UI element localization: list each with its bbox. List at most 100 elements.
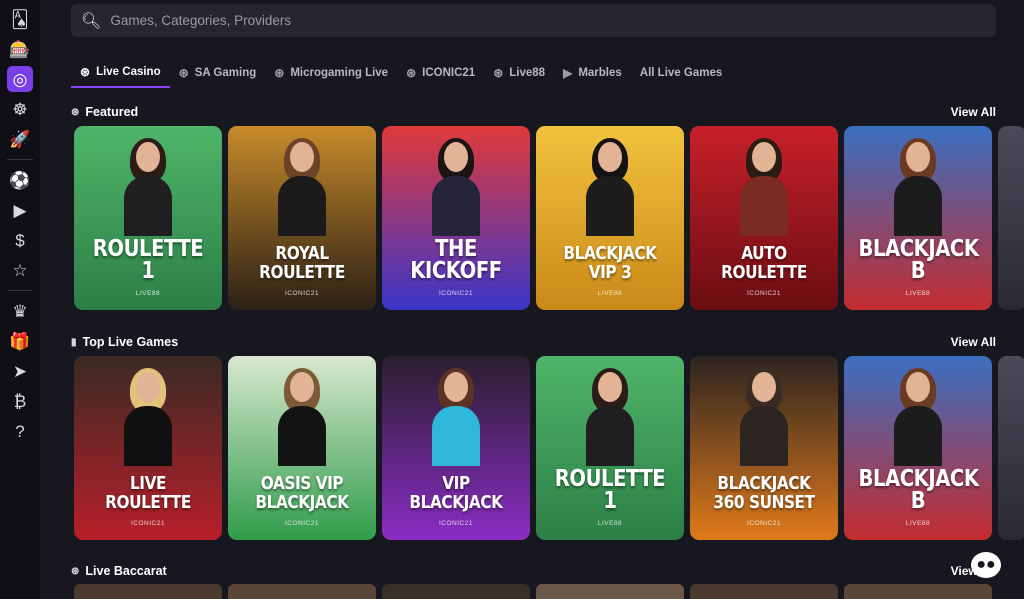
main-content: 🔍︎ ⊛ Live Casino ⊛ SA Gaming ⊛ Microgaming Li…: [40, 0, 1024, 599]
tab-iconic21[interactable]: ⊛ ICONIC21: [397, 58, 484, 88]
dealer-image: [118, 138, 178, 236]
tab-label: Marbles: [578, 67, 622, 79]
sidebar-divider: [7, 159, 33, 160]
provider-label: ICONIC21: [747, 290, 781, 297]
game-card[interactable]: [998, 126, 1024, 310]
view-all-link[interactable]: View All: [951, 335, 996, 349]
provider-label: ICONIC21: [747, 520, 781, 527]
rocket-icon[interactable]: 🚀: [7, 126, 33, 152]
bitcoin-icon[interactable]: ₿: [7, 388, 33, 414]
game-card[interactable]: AUTO ROULETTE ICONIC21: [690, 126, 838, 310]
play-circle-icon: ▶: [563, 66, 573, 80]
game-card[interactable]: [844, 584, 992, 599]
chip-icon: ⊛: [406, 66, 417, 80]
game-card[interactable]: ROYAL ROULETTE ICONIC21: [228, 126, 376, 310]
provider-label: LIVE88: [597, 290, 623, 297]
chip-icon: ⊛: [71, 565, 80, 577]
dealer-image: [118, 368, 178, 466]
game-card[interactable]: OASIS VIP BLACKJACK ICONIC21: [228, 356, 376, 540]
provider-label: ICONIC21: [439, 290, 473, 297]
play-icon[interactable]: ▶: [7, 197, 33, 223]
chip-icon: ⊛: [71, 106, 80, 118]
chip-icon: ⊛: [80, 65, 91, 79]
tab-label: Live Casino: [96, 66, 161, 78]
support-icon[interactable]: ?: [7, 418, 33, 444]
roulette-icon[interactable]: ☸: [7, 96, 33, 122]
game-title: OASIS VIP BLACKJACK: [255, 473, 349, 513]
dealer-image: [426, 368, 486, 466]
game-card[interactable]: [74, 584, 222, 599]
chat-icon[interactable]: ●●: [971, 552, 1001, 578]
game-card[interactable]: ROULETTE 1 LIVE88: [536, 356, 684, 540]
tab-all-live-games[interactable]: All Live Games: [631, 58, 731, 88]
provider-label: LIVE88: [597, 520, 623, 527]
game-row-featured: ROULETTE 1 LIVE88 ROYAL ROULETTE ICONIC21 TH…: [74, 126, 1024, 310]
telegram-icon[interactable]: ➤: [7, 358, 33, 384]
provider-label: ICONIC21: [439, 520, 473, 527]
dealer-image: [734, 368, 794, 466]
tab-marbles[interactable]: ▶ Marbles: [554, 58, 631, 88]
game-title: BLACKJACK 360 SUNSET: [713, 473, 815, 513]
dealer-image: [888, 138, 948, 236]
tab-label: Live88: [509, 67, 546, 79]
tab-live-casino[interactable]: ⊛ Live Casino: [71, 58, 170, 88]
gift-icon[interactable]: 🎁: [7, 328, 33, 354]
game-row-baccarat-peek: [74, 584, 1024, 599]
game-title: THE KICKOFF: [410, 236, 502, 284]
phone-icon: ▮: [71, 336, 77, 348]
section-title-text: Top Live Games: [82, 335, 179, 349]
game-card[interactable]: BLACKJACK 360 SUNSET ICONIC21: [690, 356, 838, 540]
game-card[interactable]: [690, 584, 838, 599]
game-card[interactable]: ROULETTE 1 LIVE88: [74, 126, 222, 310]
game-card[interactable]: LIVE ROULETTE ICONIC21: [74, 356, 222, 540]
game-title: BLACKJACK B: [858, 236, 979, 284]
section-title: ⊛ Live Baccarat: [71, 564, 167, 578]
view-all-link[interactable]: View All: [951, 105, 996, 119]
live-casino-icon[interactable]: ◎: [7, 66, 33, 92]
game-card[interactable]: [382, 584, 530, 599]
provider-label: ICONIC21: [131, 520, 165, 527]
game-card[interactable]: [228, 584, 376, 599]
provider-label: ICONIC21: [285, 520, 319, 527]
dealer-image: [272, 368, 332, 466]
tab-label: All Live Games: [639, 67, 723, 79]
section-title: ⊛ Featured: [71, 105, 138, 119]
game-card[interactable]: VIP BLACKJACK ICONIC21: [382, 356, 530, 540]
dealer-image: [580, 138, 640, 236]
tab-label: SA Gaming: [194, 67, 257, 79]
game-card[interactable]: THE KICKOFF ICONIC21: [382, 126, 530, 310]
game-card[interactable]: BLACKJACK B LIVE88: [844, 356, 992, 540]
tab-live88[interactable]: ⊛ Live88: [484, 58, 554, 88]
sports-icon[interactable]: ⚽: [7, 167, 33, 193]
star-icon[interactable]: ☆: [7, 257, 33, 283]
tab-microgaming-live[interactable]: ⊛ Microgaming Live: [265, 58, 397, 88]
game-title: AUTO ROULETTE: [721, 243, 807, 283]
game-title: BLACKJACK VIP 3: [563, 243, 657, 283]
section-header-top-live-games: ▮ Top Live Games View All: [71, 333, 996, 351]
cards-icon[interactable]: 🂡: [7, 6, 33, 32]
slot-machine-icon[interactable]: 🎰: [7, 36, 33, 62]
tab-label: ICONIC21: [422, 67, 476, 79]
game-card[interactable]: BLACKJACK VIP 3 LIVE88: [536, 126, 684, 310]
game-card[interactable]: [998, 356, 1024, 540]
tab-label: Microgaming Live: [290, 67, 389, 79]
game-title: ROULETTE 1: [554, 466, 666, 514]
game-title: BLACKJACK B: [858, 466, 979, 514]
game-title: VIP BLACKJACK: [409, 473, 503, 513]
section-title-text: Featured: [85, 105, 139, 119]
dealer-image: [888, 368, 948, 466]
dealer-image: [734, 138, 794, 236]
dealer-image: [426, 138, 486, 236]
section-title-text: Live Baccarat: [85, 564, 167, 578]
search-input[interactable]: [110, 13, 961, 28]
category-tabs: ⊛ Live Casino ⊛ SA Gaming ⊛ Microgaming Live ⊛…: [71, 58, 731, 90]
coin-icon[interactable]: $: [7, 227, 33, 253]
sidebar: 🂡 🎰 ◎ ☸ 🚀 ⚽ ▶ $ ☆ ♛ 🎁 ➤ ₿?: [0, 0, 40, 599]
vip-icon[interactable]: ♛: [7, 298, 33, 324]
game-card[interactable]: BLACKJACK B LIVE88: [844, 126, 992, 310]
game-title: ROULETTE 1: [92, 236, 204, 284]
tab-sa-gaming[interactable]: ⊛ SA Gaming: [170, 58, 266, 88]
game-card[interactable]: [536, 584, 684, 599]
search-bar[interactable]: 🔍︎: [71, 4, 996, 37]
game-title: LIVE ROULETTE: [105, 473, 191, 513]
